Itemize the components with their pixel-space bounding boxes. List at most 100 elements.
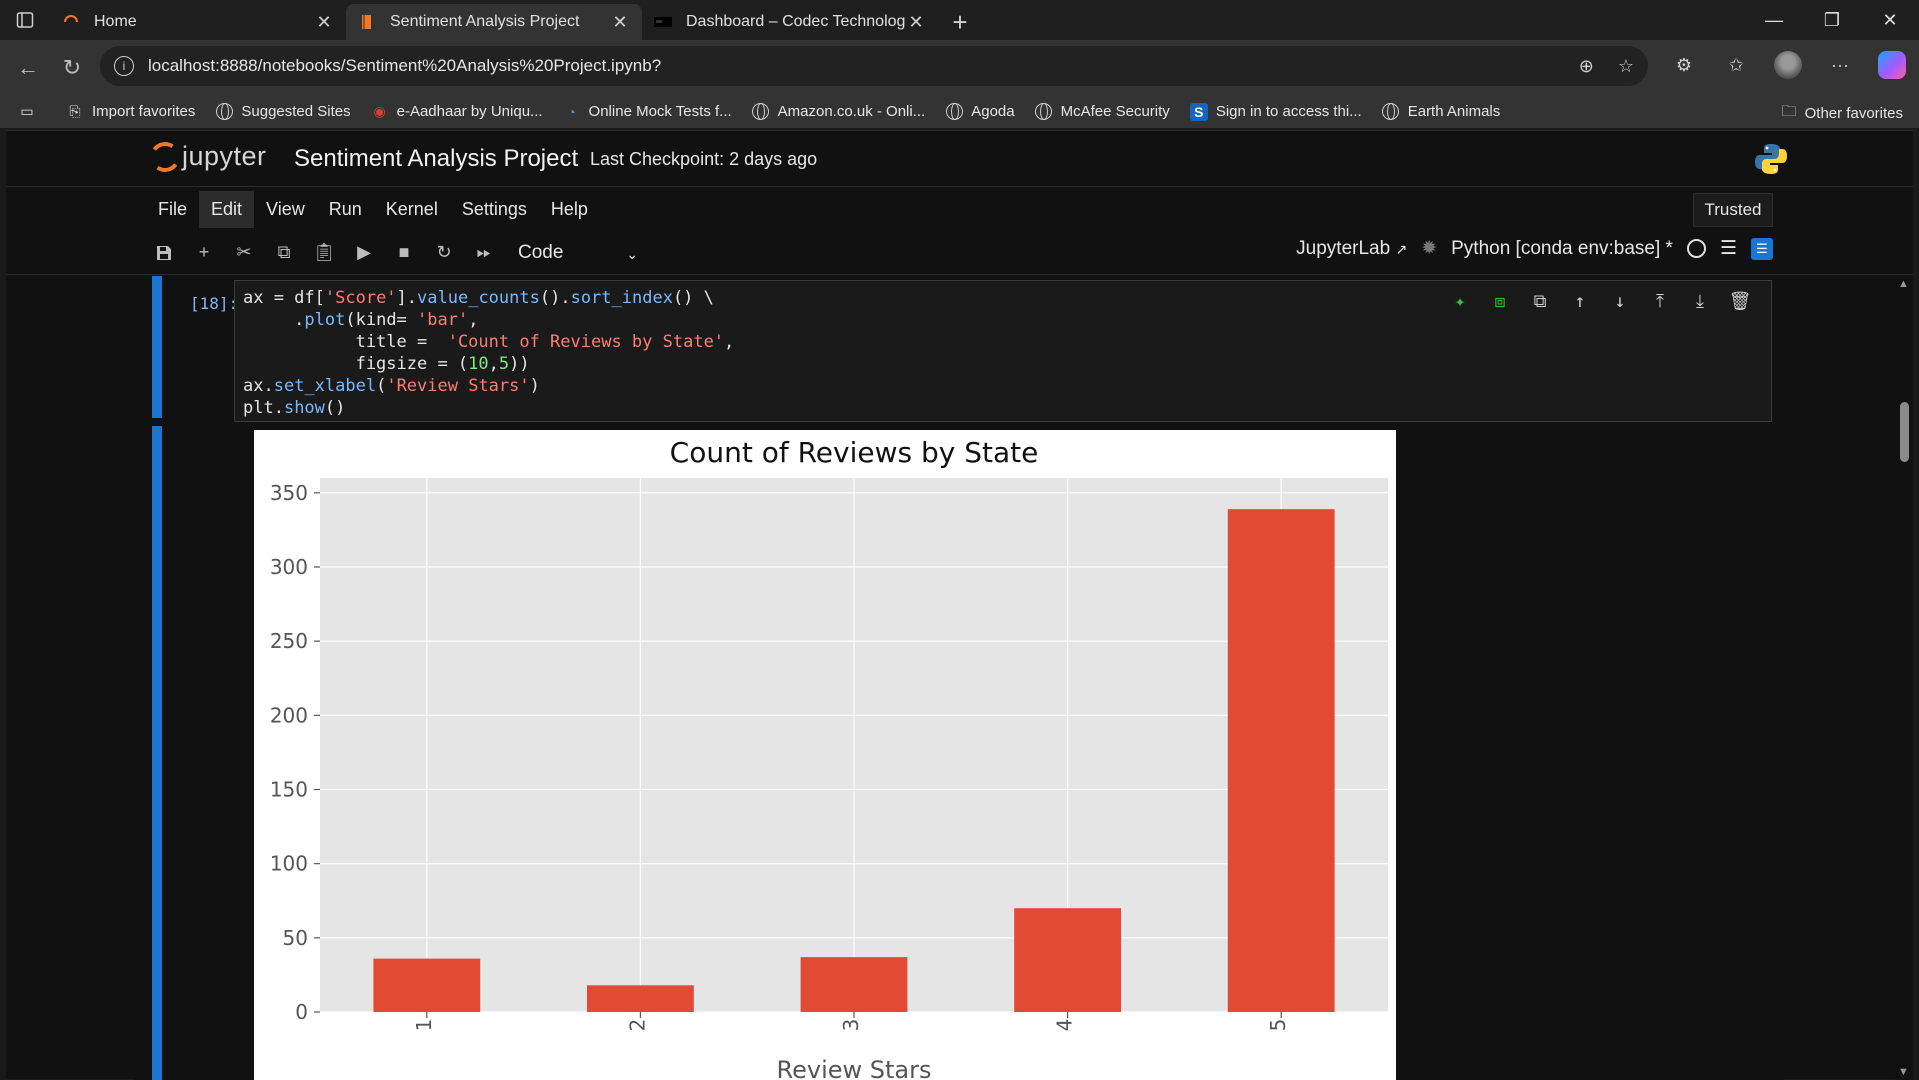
favorite-star-icon[interactable]: ☆ xyxy=(1618,56,1634,77)
site-info-icon[interactable]: i xyxy=(114,56,134,76)
y-tick-label: 100 xyxy=(270,852,308,876)
run-icon[interactable]: ▶ xyxy=(344,237,384,269)
fav-mcafee[interactable]: McAfee Security xyxy=(1035,103,1170,121)
python-logo-icon xyxy=(1753,141,1789,177)
copy-icon[interactable]: ⧉ xyxy=(264,237,304,269)
window-controls: — ❐ ✕ xyxy=(1745,0,1919,40)
fav-earth-animals[interactable]: Earth Animals xyxy=(1382,103,1500,121)
bar xyxy=(587,985,694,1012)
extensions-icon[interactable]: ⚙ xyxy=(1667,48,1701,82)
fast-forward-icon[interactable]: ⏩︎ xyxy=(464,237,504,269)
bar xyxy=(1014,908,1121,1012)
insert-above-icon[interactable]: ⤒ xyxy=(1647,289,1673,315)
zoom-icon[interactable]: ⊕ xyxy=(1579,56,1594,77)
trusted-indicator[interactable]: Trusted xyxy=(1693,193,1773,227)
external-link-icon: ↗ xyxy=(1395,240,1408,257)
url-field[interactable]: i localhost:8888/notebooks/Sentiment%20A… xyxy=(100,46,1648,86)
close-tab-icon[interactable]: ✕ xyxy=(314,12,334,33)
menu-help[interactable]: Help xyxy=(539,191,600,228)
fav-sign-in[interactable]: S Sign in to access thi... xyxy=(1189,102,1362,121)
restore-icon[interactable]: ❐ xyxy=(1803,0,1861,40)
notebook-favicon-icon xyxy=(358,13,376,31)
code-cell-editor[interactable]: ax = df['Score'].value_counts().sort_ind… xyxy=(234,280,1772,422)
jupyter-logo-text: jupyter xyxy=(182,141,267,171)
refresh-icon[interactable]: ↻ xyxy=(50,48,94,88)
cell-type-select[interactable]: Code ⌄ xyxy=(518,242,638,264)
fav-amazon[interactable]: Amazon.co.uk - Onli... xyxy=(752,103,925,121)
tab-dashboard[interactable]: Dashboard – Codec Technologies ✕ xyxy=(642,4,938,40)
menu-file[interactable]: File xyxy=(146,191,199,228)
cut-icon[interactable]: ✂ xyxy=(224,237,264,269)
other-favorites[interactable]: 🗀 Other favorites xyxy=(1782,101,1903,126)
sparkle-icon[interactable]: ✦ xyxy=(1447,289,1473,315)
code-line: ax.set_xlabel('Review Stars') xyxy=(243,376,540,396)
duplicate-cell-icon[interactable]: ⧉ xyxy=(1527,289,1553,315)
fav-import-favorites[interactable]: ⎘ Import favorites xyxy=(66,103,195,121)
cell-collapser[interactable] xyxy=(152,276,162,418)
profile-avatar[interactable] xyxy=(1771,48,1805,82)
scroll-down-icon[interactable]: ▼ xyxy=(1898,1066,1909,1078)
fav-online-mock-tests[interactable]: ◔ Online Mock Tests f... xyxy=(563,103,732,121)
property-inspector-icon[interactable]: ☰ xyxy=(1751,237,1773,260)
fav-label: Online Mock Tests f... xyxy=(588,103,732,120)
checkpoint-status: Last Checkpoint: 2 days ago xyxy=(590,149,818,169)
menu-settings[interactable]: Settings xyxy=(450,191,539,228)
menu-run[interactable]: Run xyxy=(317,191,374,228)
y-tick-label: 50 xyxy=(283,926,308,950)
chevron-down-icon: ⌄ xyxy=(626,245,638,262)
tab-sentiment-analysis[interactable]: Sentiment Analysis Project ✕ xyxy=(346,4,642,40)
notebook-toolbar: + ✂ ⧉ 📋︎ ▶ ■ ↻ ⏩︎ Code ⌄ JupyterLab ↗ ✹ … xyxy=(6,231,1913,275)
back-icon[interactable]: ← xyxy=(6,48,50,88)
code-line: plt.show() xyxy=(243,398,346,418)
notebook-title[interactable]: Sentiment Analysis Project xyxy=(294,145,578,173)
jupyterlab-label: JupyterLab xyxy=(1296,237,1391,259)
copilot-icon[interactable] xyxy=(1875,48,1909,82)
more-options-icon[interactable]: ··· xyxy=(1823,48,1857,82)
fav-suggested-sites[interactable]: Suggested Sites xyxy=(215,103,351,121)
tab-actions-icon[interactable] xyxy=(0,0,50,40)
output-collapser[interactable] xyxy=(152,426,162,1080)
stop-icon[interactable]: ■ xyxy=(384,237,424,269)
kernel-name[interactable]: Python [conda env:base] * xyxy=(1451,238,1673,260)
globe-icon xyxy=(752,103,770,121)
tab-home[interactable]: Home ✕ xyxy=(50,4,346,40)
jupyterlab-link[interactable]: JupyterLab ↗ xyxy=(1296,238,1407,260)
fav-e-aadhaar[interactable]: ◉ e-Aadhaar by Uniqu... xyxy=(371,103,543,121)
menu-lines-icon[interactable]: ☰ xyxy=(1720,237,1737,260)
paste-icon[interactable]: 📋︎ xyxy=(304,237,344,269)
menu-kernel[interactable]: Kernel xyxy=(374,191,450,228)
new-tab-icon[interactable]: + xyxy=(938,4,982,40)
notebook-scrollbar[interactable]: ▲ ▼ xyxy=(1895,276,1913,1080)
jupyter-logo[interactable]: jupyter xyxy=(147,139,267,174)
aadhaar-icon: ◉ xyxy=(373,103,386,119)
s-icon: S xyxy=(1189,102,1208,121)
save-icon[interactable] xyxy=(144,237,184,269)
close-tab-icon[interactable]: ✕ xyxy=(610,12,630,33)
code-toggle-icon[interactable]: ⧈ xyxy=(1487,289,1513,315)
restart-icon[interactable]: ↻ xyxy=(424,237,464,269)
chart-output: Count of Reviews by State 0 50 100 150 200 250… xyxy=(254,430,1396,1080)
minimize-icon[interactable]: — xyxy=(1745,0,1803,40)
tab-title: Home xyxy=(94,13,137,30)
code-line: figsize = (10,5)) xyxy=(243,354,530,374)
fav-agoda[interactable]: Agoda xyxy=(945,103,1015,121)
other-favorites-label: Other favorites xyxy=(1804,105,1903,122)
tab-title: Dashboard – Codec Technologies xyxy=(686,13,906,30)
move-down-icon[interactable]: ↓ xyxy=(1607,289,1633,315)
scroll-up-icon[interactable]: ▲ xyxy=(1898,278,1909,290)
y-tick-label: 250 xyxy=(270,629,308,653)
insert-below-icon[interactable]: ⤓ xyxy=(1687,289,1713,315)
close-window-icon[interactable]: ✕ xyxy=(1861,0,1919,40)
move-up-icon[interactable]: ↑ xyxy=(1567,289,1593,315)
insert-cell-icon[interactable]: + xyxy=(184,237,224,269)
menu-view[interactable]: View xyxy=(254,191,317,228)
favorites-toggle-icon[interactable]: ▭ xyxy=(18,103,44,121)
scroll-thumb[interactable] xyxy=(1900,402,1909,462)
favorites-icon[interactable]: ✩ xyxy=(1719,48,1753,82)
delete-cell-icon[interactable]: 🗑︎ xyxy=(1727,289,1753,315)
debugger-icon[interactable]: ✹ xyxy=(1421,237,1437,260)
close-tab-icon[interactable]: ✕ xyxy=(906,12,926,33)
x-tick-label: 1 xyxy=(412,1019,436,1032)
url-text[interactable]: localhost:8888/notebooks/Sentiment%20Ana… xyxy=(148,56,1579,76)
menu-edit[interactable]: Edit xyxy=(199,190,255,228)
